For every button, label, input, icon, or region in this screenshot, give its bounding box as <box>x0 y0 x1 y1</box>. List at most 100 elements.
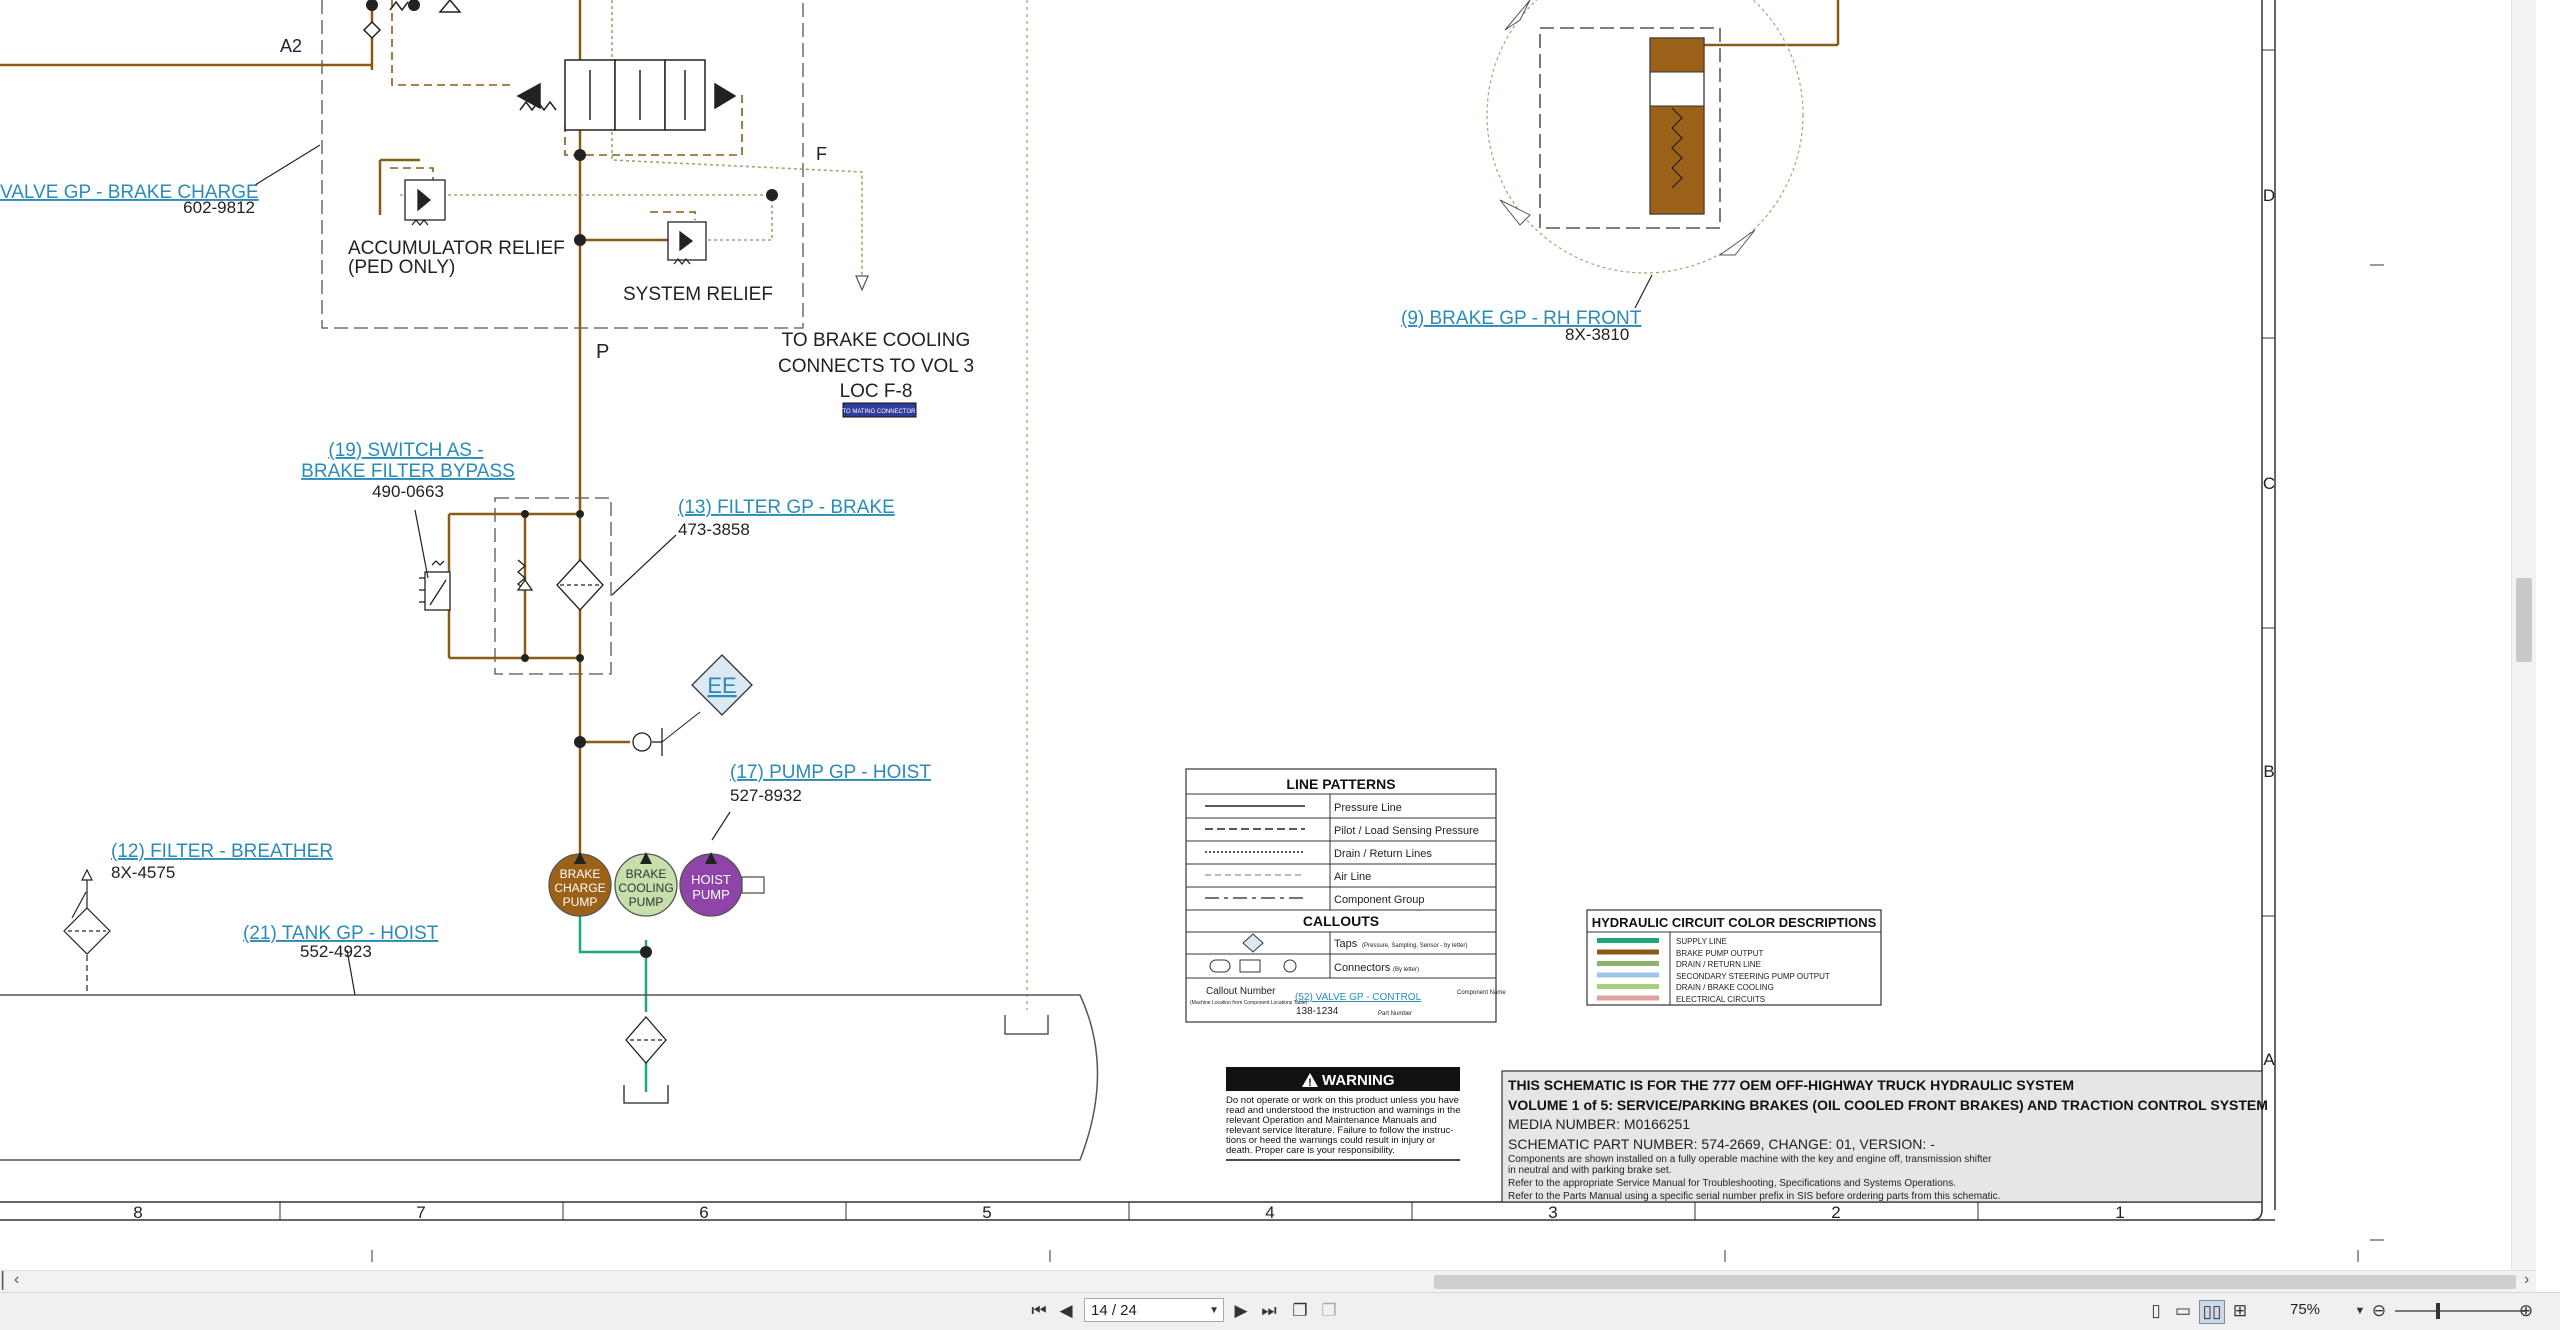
scroll-right-icon[interactable]: › <box>2524 1271 2529 1289</box>
callout-component-name: Component Name <box>1457 990 1506 996</box>
callout-taps: Taps <box>1334 938 1358 950</box>
title-media: MEDIA NUMBER: M0166251 <box>1508 1116 1690 1132</box>
vertical-scroll-thumb[interactable] <box>2516 578 2532 662</box>
color-desc-title: HYDRAULIC CIRCUIT COLOR DESCRIPTIONS <box>1592 915 1877 930</box>
brake-cooling-note-1: TO BRAKE COOLING <box>782 330 971 351</box>
color-swatch-5 <box>1597 984 1659 989</box>
callout-part-number: Part Number <box>1378 1011 1412 1017</box>
first-page-icon[interactable]: ⏮ <box>1028 1300 1050 1322</box>
zoom-level[interactable]: 75% <box>2290 1301 2320 1318</box>
tank-hoist-name[interactable]: (21) TANK GP - HOIST <box>243 923 439 944</box>
title-note-1: Components are shown installed on a full… <box>1508 1154 1992 1165</box>
pump-hoist-part: 527-8932 <box>730 786 802 805</box>
line-patterns-legend: LINE PATTERNS Pressure Line Pilot / Load… <box>1185 768 1506 1023</box>
bypass-switch-symbol <box>419 560 451 611</box>
switch-bypass-name-2[interactable]: BRAKE FILTER BYPASS <box>301 461 515 482</box>
grid-col-1: 1 <box>2115 1203 2124 1222</box>
supply-lines <box>578 915 648 1092</box>
tap-ee-symbol <box>632 654 753 756</box>
pump-hoist-label-2: PUMP <box>692 887 730 902</box>
color-desc-item-4: SECONDARY STEERING PUMP OUTPUT <box>1676 972 1830 981</box>
system-relief-label: SYSTEM RELIEF <box>623 284 773 305</box>
switch-bypass-part: 490-0663 <box>372 482 444 501</box>
color-swatch-2 <box>1597 949 1659 955</box>
brake-rh-front-part: 8X-3810 <box>1565 325 1629 344</box>
pump-brake-charge-label-1: BRAKE <box>560 867 601 881</box>
color-swatch-1 <box>1597 938 1659 943</box>
switch-bypass-name-1[interactable]: (19) SWITCH AS - <box>328 440 483 461</box>
zoom-slider[interactable] <box>2395 1310 2525 1312</box>
title-line-1: THIS SCHEMATIC IS FOR THE 777 OEM OFF-HI… <box>1508 1077 2074 1093</box>
next-page-icon[interactable]: ▶ <box>1230 1300 1252 1322</box>
pump-brake-charge-label-3: PUMP <box>563 895 598 909</box>
horizontal-scrollbar[interactable]: ▏ ‹ › <box>0 1270 2536 1293</box>
zoom-out-icon[interactable]: ⊖ <box>2368 1300 2390 1322</box>
title-note-2: in neutral and with parking brake set. <box>1508 1165 1671 1176</box>
accumulator-relief-label-2: (PED ONLY) <box>348 257 455 278</box>
pattern-pilot: Pilot / Load Sensing Pressure <box>1334 825 1479 837</box>
hydraulic-schematic: 8 7 6 5 4 3 2 1 D C B A EE BRAKE CHARGE … <box>0 0 2384 1262</box>
tap-ee-label[interactable]: EE <box>707 673 736 698</box>
pump-hoist-name[interactable]: (17) PUMP GP - HOIST <box>730 762 931 783</box>
warning-title: WARNING <box>1322 1072 1395 1089</box>
horizontal-scroll-thumb[interactable] <box>1434 1275 2516 1289</box>
title-part: SCHEMATIC PART NUMBER: 574-2669, CHANGE:… <box>1508 1136 1935 1152</box>
brake-cooling-note-3: LOC F-8 <box>840 381 913 402</box>
previous-page-icon[interactable]: ◀ <box>1055 1300 1077 1322</box>
color-desc-item-2: BRAKE PUMP OUTPUT <box>1676 949 1764 958</box>
brake-pump-output-lines <box>0 0 1840 856</box>
title-note-3: Refer to the appropriate Service Manual … <box>1508 1178 1956 1189</box>
title-note-4: Refer to the Parts Manual using a specif… <box>1508 1191 2000 1202</box>
title-block: THIS SCHEMATIC IS FOR THE 777 OEM OFF-HI… <box>1501 1070 2268 1203</box>
filter-breather-part: 8X-4575 <box>111 863 175 882</box>
grid-row-b: B <box>2263 762 2274 781</box>
label-p: P <box>596 341 609 363</box>
page-number-value: 14 / 24 <box>1091 1302 1137 1319</box>
zoom-in-icon[interactable]: ⊕ <box>2515 1300 2537 1322</box>
color-desc-item-3: DRAIN / RETURN LINE <box>1676 960 1761 969</box>
filter-breather-name[interactable]: (12) FILTER - BREATHER <box>111 841 333 862</box>
last-page-icon[interactable]: ⏭ <box>1258 1300 1280 1322</box>
chevron-down-icon: ▼ <box>1209 1305 1219 1316</box>
callout-taps-note: (Pressure, Sampling, Sensor - by letter) <box>1362 943 1467 949</box>
pattern-pressure: Pressure Line <box>1334 802 1402 814</box>
label-a2: A2 <box>280 36 302 56</box>
scroll-left-arrow-icon[interactable]: ▏ <box>2 1271 14 1291</box>
system-relief-symbol <box>667 221 707 266</box>
two-page-continuous-icon[interactable]: ⊞ <box>2229 1300 2251 1322</box>
color-swatch-6 <box>1597 995 1659 1001</box>
callout-connectors-note: (By letter) <box>1393 967 1419 973</box>
pump-brake-charge-label-2: CHARGE <box>554 881 605 895</box>
mating-connector-label: TO MATING CONNECTOR <box>842 409 916 415</box>
single-page-view-icon[interactable]: ▯ <box>2145 1300 2167 1322</box>
grid-col-3: 3 <box>1548 1203 1557 1222</box>
callout-number: Callout Number <box>1206 986 1276 997</box>
valve-brake-charge-part: 602-9812 <box>183 198 255 217</box>
pattern-group: Component Group <box>1334 894 1425 906</box>
tank-hoist-part: 552-4923 <box>300 942 372 961</box>
pattern-drain: Drain / Return Lines <box>1334 848 1432 860</box>
document-viewport[interactable]: 8 7 6 5 4 3 2 1 D C B A EE BRAKE CHARGE … <box>0 0 2536 1270</box>
callout-location: (Machine Location from Component Locatio… <box>1190 1000 1308 1006</box>
scroll-left-icon[interactable]: ‹ <box>14 1271 19 1289</box>
copy-page-icon[interactable]: ❐ <box>1288 1300 1312 1322</box>
grid-col-8: 8 <box>133 1203 142 1222</box>
zoom-slider-knob[interactable] <box>2436 1303 2440 1319</box>
page-number-select[interactable]: 14 / 24 ▼ <box>1084 1298 1224 1322</box>
color-descriptions-legend: HYDRAULIC CIRCUIT COLOR DESCRIPTIONS SUP… <box>1586 909 1882 1006</box>
filter-brake-name[interactable]: (13) FILTER GP - BRAKE <box>678 497 895 518</box>
two-page-view-icon[interactable]: ▯▯ <box>2199 1300 2225 1324</box>
warning-line-6: death. Proper care is your responsibilit… <box>1226 1145 1395 1156</box>
paste-page-icon[interactable]: ❐ <box>1317 1300 1341 1322</box>
zoom-dropdown-icon[interactable]: ▼ <box>2350 1300 2370 1322</box>
pump-brake-cooling-label-1: BRAKE <box>626 867 667 881</box>
grid-col-6: 6 <box>699 1203 708 1222</box>
title-line-2: VOLUME 1 of 5: SERVICE/PARKING BRAKES (O… <box>1508 1097 2268 1113</box>
grid-col-4: 4 <box>1265 1203 1274 1222</box>
component-group-outlines <box>321 0 804 675</box>
color-desc-item-5: DRAIN / BRAKE COOLING <box>1676 983 1774 992</box>
callouts-title: CALLOUTS <box>1303 913 1379 929</box>
vertical-scrollbar[interactable] <box>2511 0 2536 1270</box>
continuous-view-icon[interactable]: ▭ <box>2172 1300 2194 1322</box>
filter-brake-part: 473-3858 <box>678 520 750 539</box>
